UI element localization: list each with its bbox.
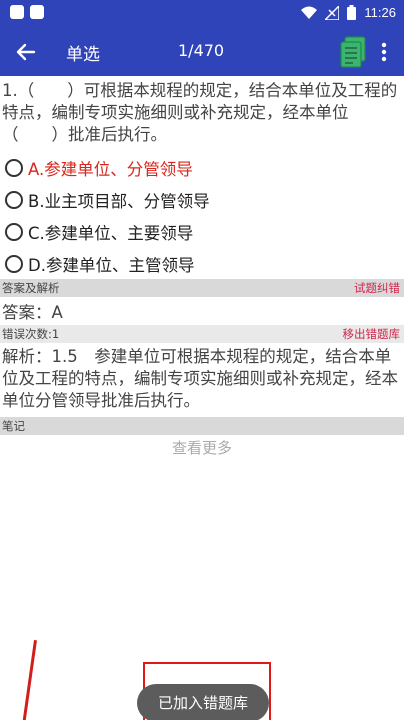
- notification-icon: [30, 5, 44, 19]
- app-bar: 单选 1/470: [0, 28, 404, 76]
- annotation-line: [22, 640, 37, 720]
- more-vert-icon[interactable]: [376, 40, 392, 64]
- error-count-label: 错误次数:1: [2, 327, 60, 341]
- back-arrow-icon[interactable]: [14, 40, 38, 64]
- remove-from-wrong-bank-link[interactable]: 移出错题库: [343, 325, 401, 343]
- question-counter: 1/470: [178, 41, 225, 60]
- signal-icon: [325, 5, 340, 20]
- option-a[interactable]: A.参建单位、分管领导: [5, 154, 193, 182]
- radio-icon: [5, 159, 23, 177]
- answer-header: 答案及解析 试题纠错: [0, 279, 404, 297]
- notes-header: 笔记: [0, 417, 404, 435]
- notification-icons: [10, 5, 44, 19]
- option-d[interactable]: D.参建单位、主管领导: [5, 250, 194, 278]
- answer-sheet-icon[interactable]: [339, 36, 367, 68]
- see-more-link[interactable]: 查看更多: [0, 437, 404, 458]
- option-label: C.参建单位、主要领导: [28, 224, 194, 243]
- radio-icon: [5, 255, 23, 273]
- option-c[interactable]: C.参建单位、主要领导: [5, 218, 193, 246]
- status-time: 11:26: [364, 5, 396, 20]
- answer-header-label: 答案及解析: [2, 281, 60, 295]
- status-bar: 11:26: [0, 0, 404, 28]
- radio-icon: [5, 191, 23, 209]
- option-label: B.业主项目部、分管领导: [28, 192, 210, 211]
- toast-message: 已加入错题库: [137, 684, 269, 720]
- question-text: 1.（ ）可根据本规程的规定，结合本单位及工程的特点，编制专项实施细则或补充规定…: [2, 81, 398, 144]
- option-label: D.参建单位、主管领导: [28, 256, 195, 275]
- option-b[interactable]: B.业主项目部、分管领导: [5, 186, 210, 214]
- battery-icon: [347, 5, 357, 20]
- error-count-header: 错误次数:1 移出错题库: [0, 325, 404, 343]
- wifi-icon: [301, 6, 318, 19]
- answer-text: 答案：A: [2, 303, 63, 322]
- option-label: A.参建单位、分管领导: [28, 160, 193, 179]
- report-error-link[interactable]: 试题纠错: [354, 279, 400, 297]
- notes-header-label: 笔记: [2, 419, 25, 433]
- notification-icon: [10, 5, 24, 19]
- analysis-text: 解析：1.5 参建单位可根据本规程的规定，结合本单位及工程的特点，编制专项实施细…: [2, 347, 398, 410]
- radio-icon: [5, 223, 23, 241]
- page-title: 单选: [66, 45, 100, 65]
